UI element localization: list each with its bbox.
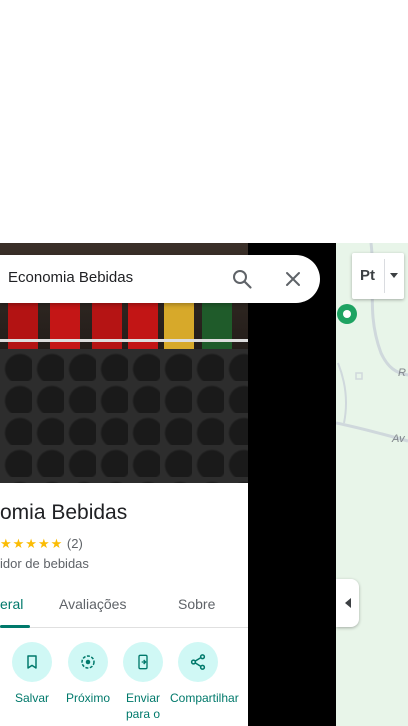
share-label: Compartilhar — [170, 691, 239, 705]
send-to-phone-icon — [123, 642, 163, 682]
save-button[interactable]: Salvar — [4, 642, 60, 706]
chevron-left-icon — [344, 598, 351, 608]
place-pin-icon[interactable] — [337, 304, 357, 324]
share-button[interactable]: Compartilhar — [170, 642, 239, 706]
blank-area — [0, 0, 408, 243]
place-category[interactable]: idor de bebidas — [0, 556, 89, 571]
map-layer-selector[interactable]: Pt — [352, 253, 404, 299]
search-icon[interactable] — [230, 267, 254, 291]
tab-active-indicator — [0, 625, 30, 628]
nearby-icon — [68, 642, 108, 682]
close-icon[interactable] — [281, 267, 305, 291]
layer-label: Pt — [360, 267, 375, 284]
chevron-down-icon[interactable] — [389, 272, 399, 280]
share-icon — [178, 642, 218, 682]
map-street-label: R — [398, 367, 406, 379]
send-to-phone-label: Enviar para o — [125, 691, 161, 721]
photo-cans — [0, 349, 248, 483]
bookmark-icon — [12, 642, 52, 682]
send-to-phone-button[interactable]: Enviar para o — [115, 642, 171, 722]
maps-viewport: omia Bebidas ★★★★★ (2) idor de bebidas e… — [0, 243, 408, 726]
search-input[interactable]: Economia Bebidas — [8, 269, 133, 286]
tab-overview[interactable]: eral — [0, 596, 23, 612]
save-label: Salvar — [14, 691, 49, 705]
tab-reviews[interactable]: Avaliações — [59, 596, 126, 612]
tab-bar: eral Avaliações Sobre — [0, 583, 248, 628]
collapse-panel-button[interactable] — [336, 579, 359, 627]
place-title: omia Bebidas — [0, 501, 128, 524]
layer-divider — [384, 259, 385, 293]
tab-about[interactable]: Sobre — [178, 596, 215, 612]
rating-row[interactable]: ★★★★★ (2) — [0, 536, 83, 552]
nearby-button[interactable]: Próximo — [60, 642, 116, 706]
search-box[interactable]: Economia Bebidas — [0, 255, 320, 303]
nearby-label: Próximo — [65, 691, 110, 705]
star-rating-icon: ★★★★★ — [0, 536, 64, 551]
place-panel: omia Bebidas ★★★★★ (2) idor de bebidas e… — [0, 243, 248, 726]
map-street-label: Av — [392, 433, 405, 445]
rating-count: (2) — [66, 536, 83, 551]
